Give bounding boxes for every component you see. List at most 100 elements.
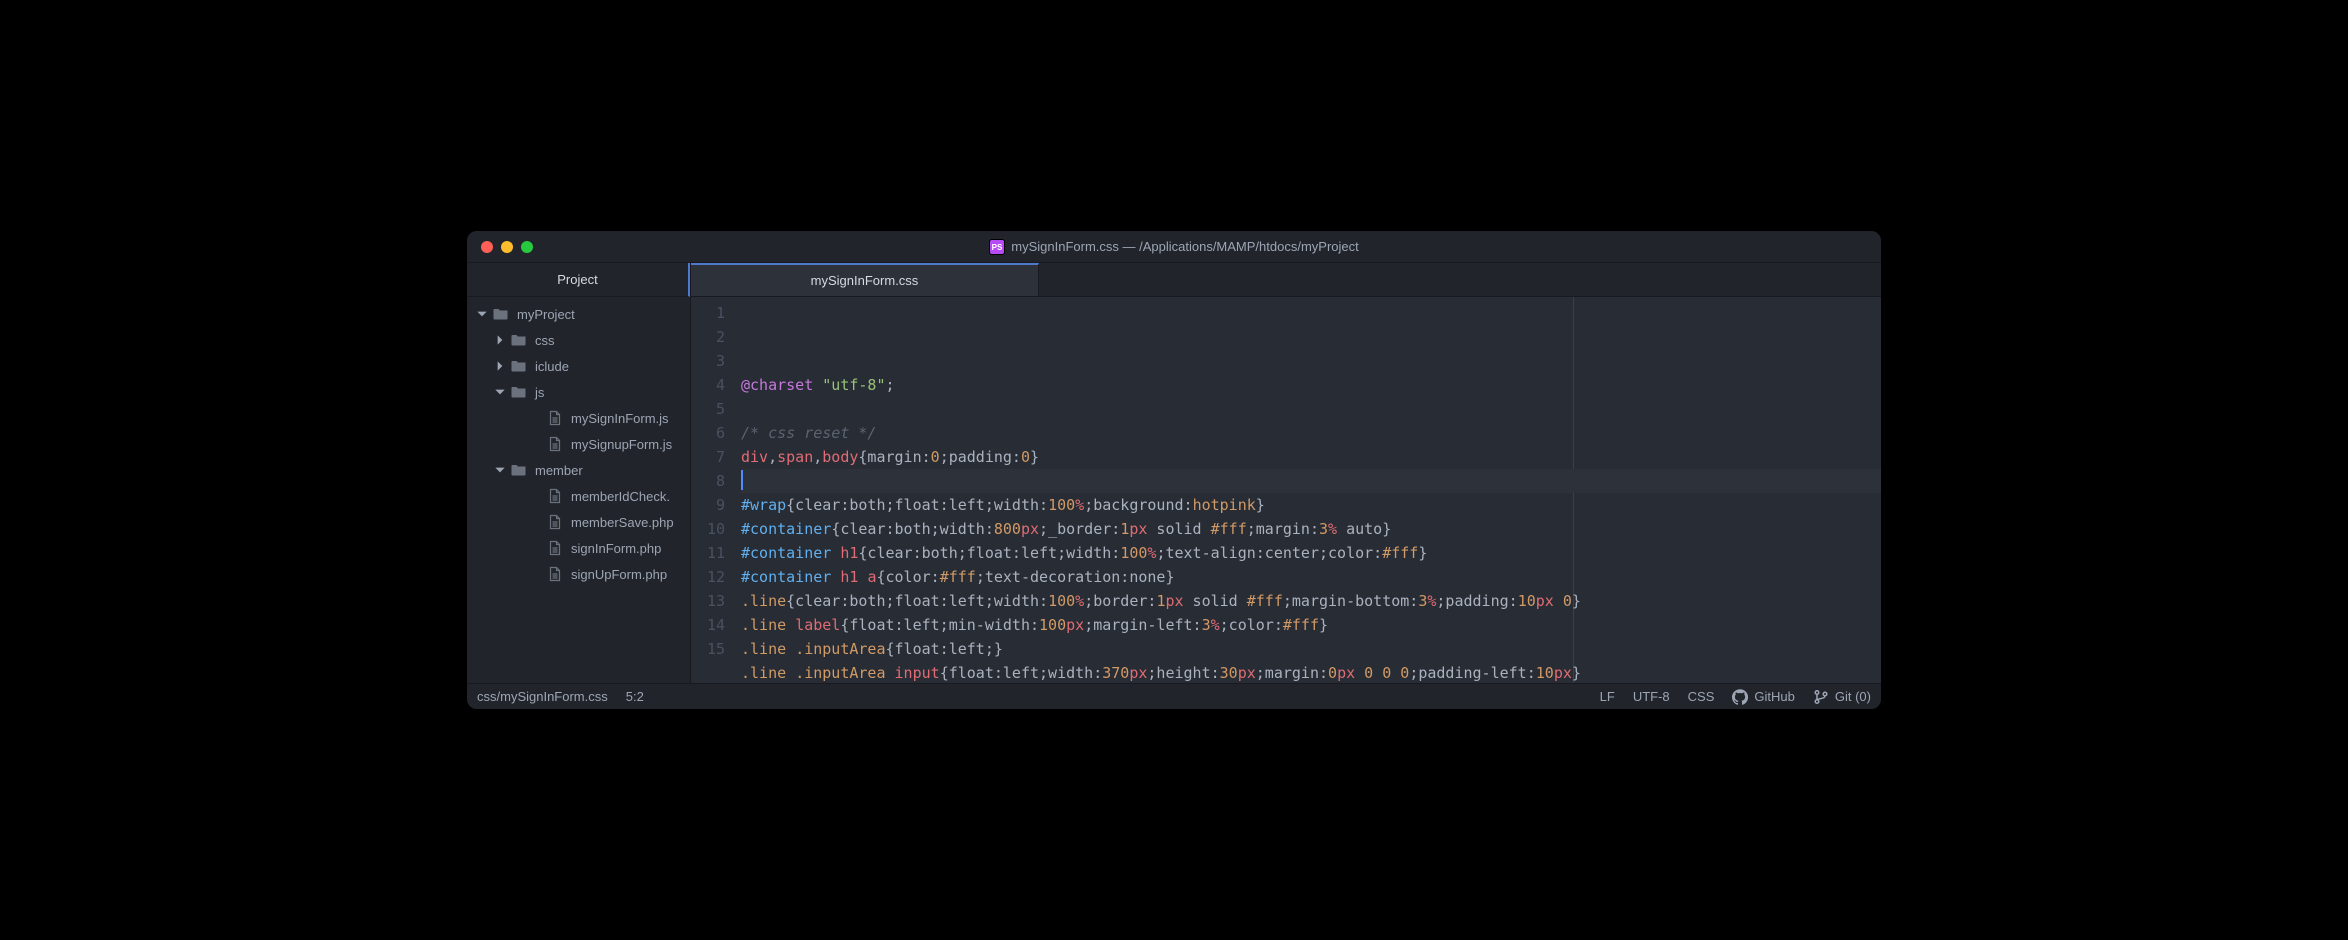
line-number[interactable]: 9 <box>691 493 725 517</box>
status-language-text: CSS <box>1688 689 1715 704</box>
code-line[interactable]: .line label{float:left;min-width:100px;m… <box>741 613 1881 637</box>
code-line[interactable]: div,span,body{margin:0;padding:0} <box>741 445 1881 469</box>
editor[interactable]: 123456789101112131415 @charset "utf-8";/… <box>691 297 1881 683</box>
chevron-down-icon[interactable] <box>493 385 507 399</box>
status-git[interactable]: Git (0) <box>1813 689 1871 705</box>
code-token <box>886 664 895 682</box>
tree-item-label: memberSave.php <box>571 515 674 530</box>
code-token: 0 <box>1382 664 1391 682</box>
status-language[interactable]: CSS <box>1688 689 1715 704</box>
code-token: 0 <box>931 448 940 466</box>
line-number[interactable]: 14 <box>691 613 725 637</box>
tree-file[interactable]: memberSave.php <box>467 509 690 535</box>
code-token: ;text-decoration:none} <box>976 568 1175 586</box>
file-tree[interactable]: myProject css iclude js mySignInForm.js mySig… <box>467 297 690 683</box>
code-token: px <box>1066 616 1084 634</box>
code-line[interactable]: #container h1 a{color:#fff;text-decorati… <box>741 565 1881 589</box>
line-number[interactable]: 4 <box>691 373 725 397</box>
line-number[interactable]: 8 <box>691 469 725 493</box>
status-encoding[interactable]: UTF-8 <box>1633 689 1670 704</box>
code-token <box>1373 664 1382 682</box>
code-token <box>831 544 840 562</box>
minimize-window-button[interactable] <box>501 241 513 253</box>
code-line[interactable]: .line .inputArea input{float:left;width:… <box>741 661 1881 683</box>
github-icon <box>1732 689 1748 705</box>
code-token: ;padding: <box>1436 592 1517 610</box>
code-line[interactable]: .line{clear:both;float:left;width:100%;b… <box>741 589 1881 613</box>
line-number[interactable]: 1 <box>691 301 725 325</box>
code-line[interactable]: #container{clear:both;width:800px;_borde… <box>741 517 1881 541</box>
code-token: #fff <box>940 568 976 586</box>
tab-mysigninform-css[interactable]: mySignInForm.css <box>691 263 1039 296</box>
tree-item-label: myProject <box>517 307 575 322</box>
status-github[interactable]: GitHub <box>1732 689 1794 705</box>
code-token: } <box>1256 496 1265 514</box>
status-encoding-text: UTF-8 <box>1633 689 1670 704</box>
tree-file[interactable]: mySignInForm.js <box>467 405 690 431</box>
chevron-down-icon[interactable] <box>475 307 489 321</box>
code-line[interactable]: .line .inputArea{float:left;} <box>741 637 1881 661</box>
tree-folder[interactable]: myProject <box>467 301 690 327</box>
line-number[interactable]: 5 <box>691 397 725 421</box>
window-title: PS mySignInForm.css — /Applications/MAMP… <box>467 239 1881 255</box>
code-token: ;padding-left: <box>1409 664 1535 682</box>
code-line[interactable]: /* css reset */ <box>741 421 1881 445</box>
tree-item-label: iclude <box>535 359 569 374</box>
code-token: 100 <box>1039 616 1066 634</box>
tree-file[interactable]: signInForm.php <box>467 535 690 561</box>
status-cursor[interactable]: 5:2 <box>626 689 644 704</box>
chevron-right-icon[interactable] <box>493 333 507 347</box>
line-number[interactable]: 12 <box>691 565 725 589</box>
line-number[interactable]: 7 <box>691 445 725 469</box>
line-number[interactable]: 11 <box>691 541 725 565</box>
tree-item-label: mySignInForm.js <box>571 411 669 426</box>
line-number[interactable]: 13 <box>691 589 725 613</box>
tree-file[interactable]: memberIdCheck. <box>467 483 690 509</box>
code-line[interactable] <box>741 469 1881 493</box>
code-line[interactable]: #wrap{clear:both;float:left;width:100%;b… <box>741 493 1881 517</box>
folder-icon <box>511 384 527 400</box>
sidebar: Project myProject css iclude js mySignInForm… <box>467 263 691 683</box>
code-token: 0 <box>1400 664 1409 682</box>
status-eol[interactable]: LF <box>1600 689 1615 704</box>
status-cursor-text: 5:2 <box>626 689 644 704</box>
code-line[interactable]: @charset "utf-8"; <box>741 373 1881 397</box>
tree-folder[interactable]: member <box>467 457 690 483</box>
code-token <box>831 568 840 586</box>
code-line[interactable] <box>741 397 1881 421</box>
code[interactable]: @charset "utf-8"; /* css reset */div,span… <box>733 297 1881 683</box>
close-window-button[interactable] <box>481 241 493 253</box>
line-number[interactable]: 3 <box>691 349 725 373</box>
chevron-right-icon[interactable] <box>493 359 507 373</box>
code-token: px <box>1129 520 1147 538</box>
tree-file[interactable]: signUpForm.php <box>467 561 690 587</box>
code-token: 100 <box>1048 496 1075 514</box>
sidebar-tab-project[interactable]: Project <box>467 263 690 297</box>
zoom-window-button[interactable] <box>521 241 533 253</box>
code-token: #container <box>741 544 831 562</box>
status-path[interactable]: css/mySignInForm.css <box>477 689 608 704</box>
code-token: ;text-align:center;color: <box>1156 544 1382 562</box>
file-icon <box>547 410 563 426</box>
tree-folder[interactable]: css <box>467 327 690 353</box>
file-icon <box>547 488 563 504</box>
code-line[interactable]: #container h1{clear:both;float:left;widt… <box>741 541 1881 565</box>
tree-folder[interactable]: js <box>467 379 690 405</box>
code-token: ;background: <box>1084 496 1192 514</box>
line-number[interactable]: 15 <box>691 637 725 661</box>
tree-folder[interactable]: iclude <box>467 353 690 379</box>
code-token: , <box>768 448 777 466</box>
code-token: % <box>1075 496 1084 514</box>
line-number[interactable]: 6 <box>691 421 725 445</box>
line-number[interactable]: 10 <box>691 517 725 541</box>
code-token: px <box>1536 592 1554 610</box>
chevron-down-icon[interactable] <box>493 463 507 477</box>
code-token: ;margin: <box>1247 520 1319 538</box>
code-token: auto} <box>1337 520 1391 538</box>
code-token: {clear:both;float:left;width: <box>786 496 1048 514</box>
tree-file[interactable]: mySignupForm.js <box>467 431 690 457</box>
code-token: .line <box>741 664 786 682</box>
window: PS mySignInForm.css — /Applications/MAMP… <box>467 231 1881 709</box>
line-number[interactable]: 2 <box>691 325 725 349</box>
status-path-text: css/mySignInForm.css <box>477 689 608 704</box>
